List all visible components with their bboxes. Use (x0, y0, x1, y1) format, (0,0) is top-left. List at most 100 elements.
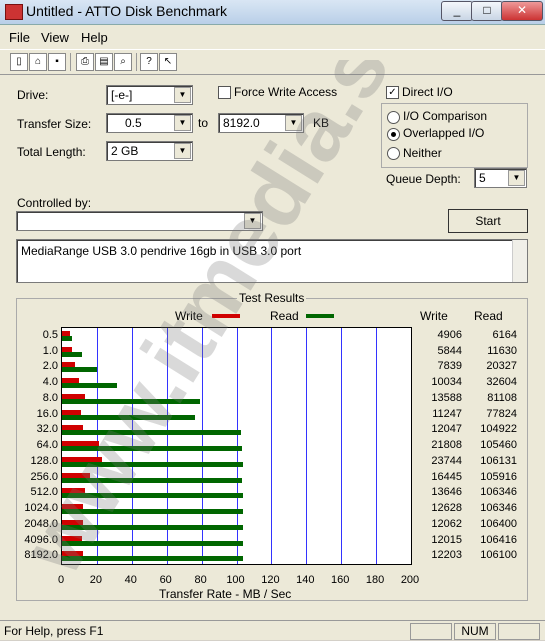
print-preview-icon[interactable]: ▤ (95, 53, 113, 71)
start-button[interactable]: Start (448, 209, 528, 233)
read-bar (62, 461, 243, 467)
num-lock-indicator: NUM (454, 623, 496, 640)
write-value: 23744 (431, 454, 462, 467)
help-icon[interactable]: ? (140, 53, 158, 71)
read-value: 81108 (487, 391, 517, 404)
save-icon[interactable]: ▪ (48, 53, 66, 71)
results-title: Test Results (237, 291, 307, 305)
category-label: 4.0 (42, 376, 58, 389)
write-column-header: Write (420, 309, 448, 323)
read-value: 106346 (480, 486, 517, 499)
chevron-down-icon[interactable]: ▼ (285, 115, 302, 131)
x-tick-label: 120 (261, 574, 280, 586)
controlled-by-label: Controlled by: (17, 196, 92, 210)
read-bar (62, 351, 82, 357)
overlapped-io-label: Overlapped I/O (403, 126, 485, 140)
category-label: 512.0 (30, 486, 58, 499)
read-bar (62, 540, 244, 546)
read-bar (62, 524, 244, 530)
direct-io-label: Direct I/O (402, 85, 453, 99)
status-panel (410, 623, 452, 640)
write-value: 10034 (431, 376, 462, 389)
app-window: Untitled - ATTO Disk Benchmark _ □ ✕ Fil… (0, 0, 545, 640)
context-help-icon[interactable]: ↖ (159, 53, 177, 71)
neither-label: Neither (403, 146, 442, 160)
read-bar (62, 414, 195, 420)
controlled-by-select[interactable]: ▼ (16, 211, 263, 231)
close-button[interactable]: ✕ (501, 1, 543, 21)
x-tick-label: 200 (400, 574, 420, 586)
x-tick-label: 20 (89, 574, 103, 586)
category-label: 128.0 (30, 454, 58, 467)
description-field[interactable]: MediaRange USB 3.0 pendrive 16gb in USB … (16, 239, 528, 283)
x-tick-label: 100 (226, 574, 245, 586)
to-label: to (198, 116, 209, 130)
minimize-button[interactable]: _ (441, 1, 473, 21)
write-value: 12628 (431, 502, 462, 515)
new-icon[interactable]: ▯ (10, 53, 28, 71)
window-title: Untitled - ATTO Disk Benchmark (26, 3, 227, 19)
write-value: 12047 (431, 423, 462, 436)
x-tick-label: 0 (57, 574, 65, 586)
read-bar (62, 398, 201, 404)
x-axis-label: Transfer Rate - MB / Sec (159, 587, 292, 601)
write-value: 16445 (431, 470, 462, 483)
legend-read-label: Read (270, 309, 299, 323)
menu-file[interactable]: File (9, 30, 30, 45)
write-value: 4906 (437, 329, 462, 341)
write-value: 12015 (431, 533, 462, 546)
x-tick-label: 60 (159, 574, 172, 586)
read-value: 32604 (486, 376, 517, 389)
title-bar[interactable]: Untitled - ATTO Disk Benchmark _ □ ✕ (0, 0, 545, 25)
read-value: 77824 (486, 407, 517, 420)
chevron-down-icon[interactable]: ▼ (174, 87, 191, 103)
zoom-icon[interactable]: ⌕ (114, 53, 132, 71)
transfer-from-select[interactable]: 0.5 ▼ (106, 113, 193, 133)
drive-select[interactable]: [-e-] ▼ (106, 85, 193, 105)
x-tick-label: 40 (124, 574, 137, 586)
menu-help[interactable]: Help (81, 30, 108, 45)
overlapped-io-radio[interactable] (387, 128, 400, 141)
description-scrollbar[interactable] (512, 240, 527, 282)
read-value: 20327 (486, 360, 517, 373)
read-bar (62, 446, 242, 452)
category-label: 256.0 (30, 470, 58, 483)
force-write-checkbox[interactable] (218, 86, 231, 99)
read-value: 105460 (480, 439, 517, 452)
direct-io-checkbox[interactable]: ✓ (386, 86, 399, 99)
grid-line (376, 328, 378, 564)
read-column-header: Read (474, 309, 503, 323)
read-value: 106346 (480, 502, 517, 515)
maximize-button[interactable]: □ (471, 1, 503, 21)
print-icon[interactable]: ⎙ (76, 53, 94, 71)
x-tick-label: 180 (365, 574, 385, 586)
total-length-label: Total Length: (17, 145, 86, 159)
menu-view[interactable]: View (41, 30, 69, 45)
read-value: 104922 (480, 423, 517, 436)
write-value: 11247 (432, 407, 462, 420)
chevron-down-icon[interactable]: ▼ (174, 143, 191, 159)
status-text: For Help, press F1 (4, 624, 104, 638)
category-label: 2048.0 (24, 517, 58, 530)
queue-depth-select[interactable]: 5 ▼ (474, 168, 527, 188)
open-icon[interactable]: ⌂ (29, 53, 47, 71)
write-value: 13646 (431, 486, 462, 499)
status-bar: For Help, press F1 NUM (0, 620, 545, 641)
neither-radio[interactable] (387, 147, 400, 160)
read-bar (62, 509, 244, 515)
grid-line (306, 328, 308, 564)
write-value: 7839 (437, 360, 462, 373)
write-value: 21808 (431, 439, 462, 452)
io-comparison-radio[interactable] (387, 111, 400, 124)
chevron-down-icon[interactable]: ▼ (508, 170, 525, 186)
read-bar (62, 556, 243, 562)
read-value: 11630 (487, 344, 517, 357)
transfer-to-select[interactable]: 8192.0 ▼ (218, 113, 304, 133)
kb-label: KB (313, 116, 330, 130)
app-icon (5, 4, 23, 20)
status-panel (498, 623, 540, 640)
total-length-select[interactable]: 2 GB ▼ (106, 141, 193, 161)
chevron-down-icon[interactable]: ▼ (174, 115, 191, 131)
chevron-down-icon[interactable]: ▼ (244, 213, 261, 229)
x-tick-label: 140 (296, 574, 315, 586)
